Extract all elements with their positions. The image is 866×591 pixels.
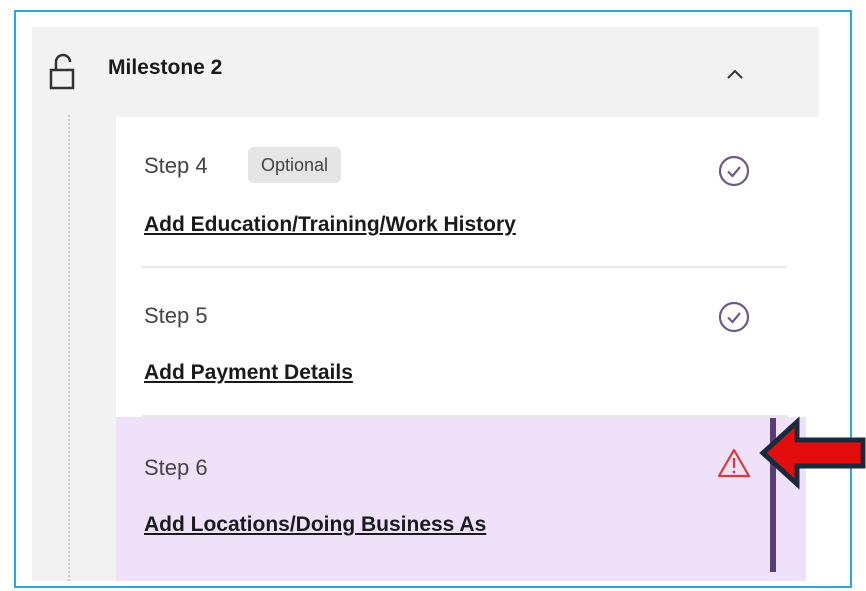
step-number: Step 5 xyxy=(144,303,208,328)
steps-list: Step 4 Optional Add Education/Training/W… xyxy=(116,117,819,581)
red-arrow-pointer-icon xyxy=(759,416,866,490)
step-link-payment[interactable]: Add Payment Details xyxy=(144,361,353,385)
unlock-icon xyxy=(49,53,75,90)
step-number: Step 4 xyxy=(144,153,208,178)
step-item-4[interactable]: Step 4 Optional Add Education/Training/W… xyxy=(116,117,789,266)
check-circle-icon xyxy=(718,301,750,333)
check-circle-icon xyxy=(718,155,750,187)
warning-triangle-icon xyxy=(717,448,751,478)
chevron-up-icon[interactable] xyxy=(718,57,752,91)
milestone-title: Milestone 2 xyxy=(108,56,223,79)
step-link-locations[interactable]: Add Locations/Doing Business As xyxy=(144,513,486,537)
step-link-education[interactable]: Add Education/Training/Work History xyxy=(144,213,516,237)
milestone-header[interactable]: Milestone 2 xyxy=(32,27,819,115)
milestone-timeline-rail xyxy=(68,115,70,581)
milestone-card: Milestone 2 Step 4 Optional Add Educatio… xyxy=(32,27,819,581)
step-number: Step 6 xyxy=(144,455,208,480)
step-item-5[interactable]: Step 5 Add Payment Details xyxy=(116,267,789,415)
step-item-6[interactable]: Step 6 Add Locations/Doing Business As xyxy=(116,417,806,581)
optional-badge: Optional xyxy=(248,147,342,183)
